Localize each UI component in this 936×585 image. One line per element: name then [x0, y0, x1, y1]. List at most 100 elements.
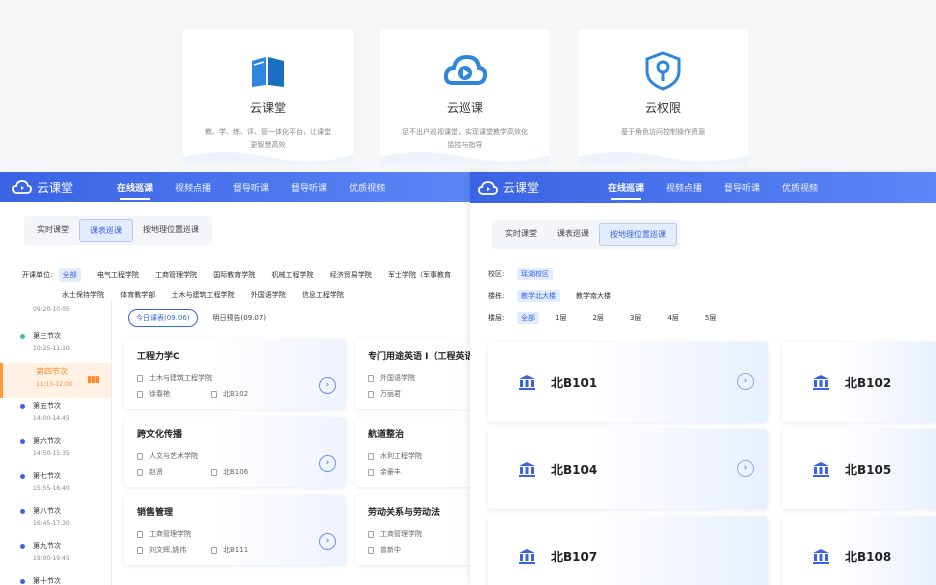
tab-today[interactable]: 今日课表(09.06)	[128, 309, 198, 327]
unit-option[interactable]: 机械工程学院	[272, 265, 314, 285]
nav-supervise-listen[interactable]: 督导听课	[724, 181, 760, 194]
classroom-card[interactable]: 北B102	[782, 342, 936, 422]
feature-card-cloud-permission[interactable]: 云权限 基于角色访问控制操作资源	[578, 29, 748, 165]
course-teacher: 余豪丰	[380, 468, 401, 476]
classroom-card[interactable]: 北B104 ›	[488, 429, 768, 509]
floor-option[interactable]: 全部	[517, 312, 539, 324]
course-card[interactable]: 跨文化传播 人文与艺术学院 赵贤 北B106 ›	[124, 417, 346, 487]
college-icon	[137, 452, 143, 460]
unit-option[interactable]: 经济贸易学院	[330, 265, 372, 285]
classroom-name: 北B101	[551, 375, 598, 390]
chevron-right-icon[interactable]: ›	[737, 373, 754, 390]
course-college: 工商管理学院	[380, 530, 422, 538]
teacher-icon	[368, 468, 374, 476]
session-item[interactable]: 第八节次 16:45-17:30	[0, 503, 111, 538]
nav-video-on-demand[interactable]: 视频点播	[666, 181, 702, 194]
unit-option[interactable]: 电气工程学院	[97, 265, 139, 285]
session-item[interactable]: 第十节次	[0, 573, 111, 585]
teacher-icon	[137, 546, 143, 554]
session-item[interactable]: 第六节次 14:50-15:35	[0, 433, 111, 468]
building-option[interactable]: 教学南大楼	[572, 290, 615, 302]
floor-option[interactable]: 5层	[701, 312, 720, 324]
nav-online-patrol[interactable]: 在线巡课	[117, 181, 153, 200]
unit-option[interactable]: 全部	[58, 268, 81, 282]
nav-quality-video[interactable]: 优质视频	[782, 181, 818, 194]
classroom-card[interactable]: 北B107	[488, 516, 768, 585]
feature-title: 云课堂	[249, 101, 286, 115]
classroom-card[interactable]: 北B101 ›	[488, 342, 768, 422]
unit-option[interactable]: 体育教学部	[120, 285, 155, 305]
campus-option[interactable]: 瑶湖校区	[517, 268, 553, 280]
nav-supervise-listen[interactable]: 督导听课	[233, 181, 269, 194]
floor-option[interactable]: 3层	[626, 312, 645, 324]
course-title: 工程力学C	[137, 352, 180, 362]
course-card[interactable]: 工程力学C 土木与建筑工程学院 徐春艳 北B102 ›	[124, 339, 346, 409]
tab-realtime[interactable]: 实时课堂	[495, 223, 547, 246]
building-icon	[519, 375, 535, 390]
college-icon	[137, 374, 143, 382]
teacher-icon	[137, 390, 143, 398]
brand-name: 云课堂	[503, 181, 540, 195]
session-list: 09:20-10:05 第三节次 10:25-11:10 第四节次 11:15-…	[0, 300, 112, 585]
nav-online-patrol[interactable]: 在线巡课	[608, 181, 644, 200]
classroom-name: 北B104	[551, 462, 598, 477]
building-option[interactable]: 教学北大楼	[517, 290, 560, 302]
classroom-card[interactable]: 北B105	[782, 429, 936, 509]
course-card[interactable]: 销售管理 工商管理学院 刘文辉,姚伟 北B111 ›	[124, 495, 346, 565]
course-card[interactable]: 航道整治 水利工程学院 余豪丰	[355, 417, 470, 487]
course-card[interactable]: 劳动关系与劳动法 工商管理学院 曾新中	[355, 495, 470, 565]
floor-option[interactable]: 4层	[663, 312, 682, 324]
floor-option[interactable]: 1层	[551, 312, 570, 324]
college-icon	[368, 530, 374, 538]
chevron-right-icon[interactable]: ›	[319, 533, 336, 550]
floor-option[interactable]: 2层	[588, 312, 607, 324]
unit-option[interactable]: 信息工程学院	[302, 285, 344, 305]
tab-schedule[interactable]: 课表巡课	[79, 219, 133, 242]
unit-option[interactable]: 外国语学院	[251, 285, 286, 305]
unit-option[interactable]: 军士学院（军事教育	[388, 265, 451, 285]
unit-option[interactable]: 国际教育学院	[213, 265, 255, 285]
building-icon	[519, 462, 535, 477]
chevron-right-icon[interactable]: ›	[319, 377, 336, 394]
tab-realtime[interactable]: 实时课堂	[27, 219, 79, 242]
brand-logo[interactable]: 云课堂	[12, 179, 117, 196]
session-item-active[interactable]: 第四节次 11:15-12:00 ▮▮▮	[0, 363, 111, 398]
building-icon	[813, 462, 829, 477]
session-item[interactable]: 第七节次 15:55-16:40	[0, 468, 111, 503]
nav-quality-video[interactable]: 优质视频	[349, 181, 385, 194]
chevron-right-icon[interactable]: ›	[319, 455, 336, 472]
course-teacher: 曾新中	[380, 546, 401, 554]
course-title: 销售管理	[137, 508, 174, 518]
feature-card-cloud-classroom[interactable]: 云课堂 教、学、练、评、管一体化平台，让课堂更智慧高效	[183, 29, 353, 165]
session-dot	[20, 334, 25, 339]
unit-option[interactable]: 工商管理学院	[155, 265, 197, 285]
session-item[interactable]: 第三节次 10:25-11:10	[0, 328, 111, 363]
course-teacher: 赵贤	[149, 468, 163, 476]
tab-schedule[interactable]: 课表巡课	[547, 223, 599, 246]
session-item[interactable]: 第九节次 19:00-19:45	[0, 538, 111, 573]
tab-location[interactable]: 按地理位置巡课	[133, 219, 209, 242]
college-icon	[368, 452, 374, 460]
session-dot	[20, 439, 25, 444]
course-room: 北B102	[223, 390, 249, 398]
feature-card-cloud-patrol[interactable]: 云巡课 足不出户巡视课堂，实现课堂教学高效化监控与指导	[380, 29, 550, 165]
unit-filter-label: 开课单位:	[22, 271, 53, 279]
nav-supervise-listen-2[interactable]: 督导听课	[291, 181, 327, 194]
course-teacher: 万丽君	[380, 390, 401, 398]
session-item[interactable]: 09:20-10:05	[0, 306, 111, 328]
patrol-mode-tabs: 实时课堂 课表巡课 按地理位置巡课	[492, 220, 680, 249]
nav-video-on-demand[interactable]: 视频点播	[175, 181, 211, 194]
unit-option[interactable]: 土木与建筑工程学院	[171, 285, 234, 305]
chevron-right-icon[interactable]: ›	[737, 460, 754, 477]
tab-location[interactable]: 按地理位置巡课	[599, 223, 677, 246]
classroom-name: 北B108	[845, 549, 892, 564]
tab-tomorrow[interactable]: 明日预告(09.07)	[206, 310, 274, 326]
shield-key-icon	[645, 51, 681, 91]
session-time: 14:00-14:45	[33, 415, 70, 422]
course-card[interactable]: 专门用途英语 I（工程英语I 外国语学院 万丽君	[355, 339, 470, 409]
teacher-icon	[137, 468, 143, 476]
brand-logo[interactable]: 云课堂	[478, 179, 608, 196]
session-item[interactable]: 第五节次 14:00-14:45	[0, 398, 111, 433]
course-college: 土木与建筑工程学院	[149, 374, 212, 382]
classroom-card[interactable]: 北B108	[782, 516, 936, 585]
